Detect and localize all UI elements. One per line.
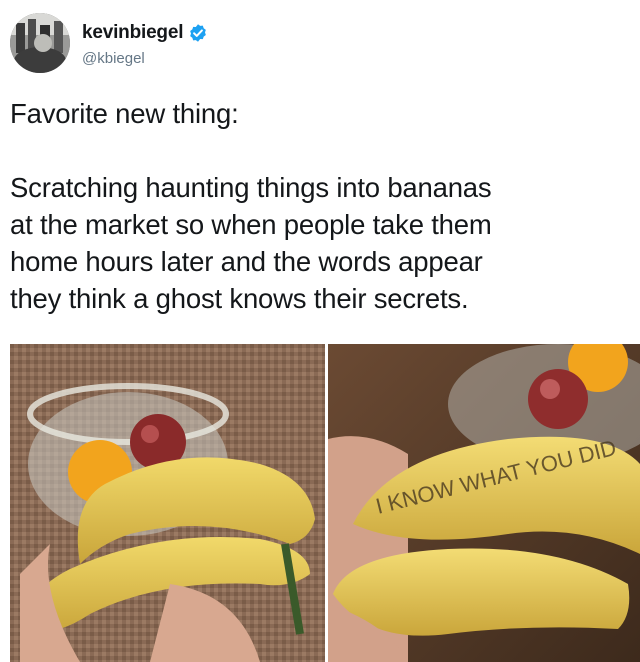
tweet-text: Favorite new thing: Scratching haunting …: [10, 95, 638, 317]
verified-badge-icon: [190, 24, 207, 42]
tweet-line: they think a ghost knows their secrets.: [10, 283, 469, 314]
tweet-header: kevinbiegel @kbiegel: [10, 13, 630, 77]
photo-right[interactable]: I KNOW WHAT YOU DID: [328, 344, 640, 662]
photo-grid: I KNOW WHAT YOU DID: [10, 344, 640, 662]
tweet-line: Scratching haunting things into bananas: [10, 172, 492, 203]
photo-left[interactable]: [10, 344, 325, 662]
user-handle[interactable]: @kbiegel: [82, 50, 145, 67]
display-name[interactable]: kevinbiegel: [82, 22, 183, 44]
tweet-line: home hours later and the words appear: [10, 246, 483, 277]
avatar[interactable]: [10, 13, 70, 73]
tweet-line: at the market so when people take them: [10, 209, 492, 240]
tweet-line: Favorite new thing:: [10, 98, 239, 129]
